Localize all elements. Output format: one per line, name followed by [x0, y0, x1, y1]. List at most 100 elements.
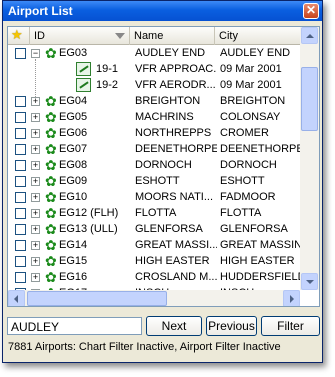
- chart-date: 09 Mar 2001: [220, 63, 282, 75]
- airport-city: CROMER: [220, 127, 269, 139]
- expand-toggle-icon[interactable]: +: [31, 209, 40, 218]
- chart-icon: [76, 62, 91, 76]
- airport-city: FADMOOR: [220, 191, 276, 203]
- airport-city: HIGH EASTER: [220, 255, 295, 267]
- header-city[interactable]: City: [215, 27, 300, 45]
- airport-city: AUDLEY END: [220, 47, 291, 59]
- expand-toggle-icon[interactable]: +: [31, 145, 40, 154]
- airport-row[interactable]: + ✿ EG04 BREIGHTON BREIGHTON: [8, 93, 300, 109]
- expand-toggle-icon[interactable]: +: [31, 273, 40, 282]
- expand-toggle-icon[interactable]: +: [31, 193, 40, 202]
- scroll-left-button[interactable]: [8, 290, 25, 306]
- row-checkbox[interactable]: [15, 96, 26, 107]
- airport-id: EG08: [59, 159, 88, 171]
- airport-name: FLOTTA: [135, 207, 177, 219]
- row-checkbox[interactable]: [15, 256, 26, 267]
- chart-row[interactable]: 19-2 VFR AERODR... 09 Mar 2001: [8, 77, 300, 93]
- expand-toggle-icon[interactable]: +: [31, 225, 40, 234]
- airport-row[interactable]: + ✿ EG15 HIGH EASTER HIGH EASTER: [8, 253, 300, 269]
- airport-id: EG07: [59, 143, 88, 155]
- chart-row[interactable]: 19-1 VFR APPROAC... 09 Mar 2001: [8, 61, 300, 77]
- row-checkbox[interactable]: [15, 48, 26, 59]
- vertical-scrollbar[interactable]: [300, 27, 319, 290]
- row-checkbox[interactable]: [15, 272, 26, 283]
- row-checkbox[interactable]: [15, 112, 26, 123]
- airport-city: DORNOCH: [220, 159, 277, 171]
- airport-id: EG03: [59, 47, 88, 59]
- horizontal-scroll-thumb[interactable]: [27, 291, 167, 306]
- airport-id: EG16: [59, 271, 88, 283]
- chart-id: 19-2: [96, 79, 119, 91]
- row-checkbox[interactable]: [15, 208, 26, 219]
- airport-row[interactable]: + ✿ EG16 CROSLAND M... HUDDERSFIELD: [8, 269, 300, 285]
- arrow-left-icon: [14, 295, 18, 303]
- expand-toggle-icon[interactable]: +: [31, 97, 40, 106]
- close-button[interactable]: ✕: [303, 3, 319, 19]
- header-name[interactable]: Name: [130, 27, 215, 45]
- expand-toggle-icon[interactable]: +: [31, 113, 40, 122]
- chart-name: VFR APPROAC...: [135, 63, 217, 75]
- expand-toggle-icon[interactable]: +: [31, 257, 40, 266]
- airport-id: EG04: [59, 95, 88, 107]
- filter-button[interactable]: Filter: [261, 316, 320, 336]
- airport-id: EG13 (ULL): [59, 223, 118, 235]
- search-input[interactable]: AUDLEY: [7, 317, 142, 335]
- airport-name: ESHOTT: [135, 175, 180, 187]
- window-title: Airport List: [8, 4, 73, 18]
- airport-row[interactable]: + ✿ EG05 MACHRINS COLONSAY: [8, 109, 300, 125]
- header-city-label: City: [219, 30, 238, 42]
- horizontal-scrollbar[interactable]: [8, 290, 300, 306]
- airport-row[interactable]: + ✿ EG07 DEENETHORPE DEENETHORPE: [8, 141, 300, 157]
- airport-id: EG05: [59, 111, 88, 123]
- row-checkbox[interactable]: [15, 160, 26, 171]
- airport-city: COLONSAY: [220, 111, 281, 123]
- airport-gear-icon: ✿: [45, 189, 57, 205]
- header-favorite[interactable]: ★: [8, 27, 30, 45]
- sort-descending-icon: [115, 33, 125, 39]
- vertical-scroll-thumb[interactable]: [301, 67, 318, 131]
- expand-toggle-icon[interactable]: −: [31, 49, 40, 58]
- row-checkbox[interactable]: [15, 176, 26, 187]
- airport-row[interactable]: − ✿ EG03 AUDLEY END AUDLEY END: [8, 45, 300, 61]
- next-button[interactable]: Next: [146, 316, 202, 336]
- airport-gear-icon: ✿: [45, 93, 57, 109]
- header-id[interactable]: ID: [30, 27, 130, 45]
- airport-city: GREAT MASSING: [220, 239, 300, 251]
- row-checkbox[interactable]: [15, 192, 26, 203]
- airport-gear-icon: ✿: [45, 157, 57, 173]
- airport-city: DEENETHORPE: [220, 143, 300, 155]
- row-checkbox[interactable]: [15, 144, 26, 155]
- header-name-label: Name: [134, 30, 164, 42]
- expand-toggle-icon[interactable]: +: [31, 241, 40, 250]
- airport-row[interactable]: + ✿EG14 GREAT MASSI...GREAT MASSING: [8, 237, 300, 253]
- scroll-right-button[interactable]: [283, 290, 300, 306]
- row-checkbox[interactable]: [15, 128, 26, 139]
- airport-row[interactable]: + ✿ EG10 MOORS NATI... FADMOOR: [8, 189, 300, 205]
- airport-gear-icon: ✿: [45, 253, 57, 269]
- airport-name: DEENETHORPE: [135, 143, 217, 155]
- row-checkbox[interactable]: [15, 224, 26, 235]
- airport-row[interactable]: + ✿ EG12 (FLH) FLOTTA FLOTTA: [8, 205, 300, 221]
- airport-city: ESHOTT: [220, 175, 265, 187]
- expand-toggle-icon[interactable]: +: [31, 177, 40, 186]
- airport-name: CROSLAND M...: [135, 271, 217, 283]
- airport-id: EG06: [59, 127, 88, 139]
- airport-row[interactable]: + ✿ EG06 NORTHREPPS CROMER: [8, 125, 300, 141]
- airport-city: HUDDERSFIELD: [220, 271, 300, 283]
- airport-gear-icon: ✿: [45, 269, 57, 285]
- scroll-up-button[interactable]: [301, 27, 318, 44]
- airport-row[interactable]: + ✿ EG13 (ULL) GLENFORSA GLENFORSA: [8, 221, 300, 237]
- previous-button[interactable]: Previous: [206, 316, 257, 336]
- scroll-down-button[interactable]: [301, 273, 318, 290]
- expand-toggle-icon[interactable]: +: [31, 129, 40, 138]
- airport-row[interactable]: + ✿ EG08 DORNOCH DORNOCH: [8, 157, 300, 173]
- title-bar[interactable]: Airport List ✕: [3, 1, 322, 21]
- row-checkbox[interactable]: [15, 240, 26, 251]
- status-bar-text: 7881 Airports: Chart Filter Inactive, Ai…: [8, 341, 281, 353]
- airport-row[interactable]: + ✿ EG09 ESHOTT ESHOTT: [8, 173, 300, 189]
- airport-grid: ★ ID Name City − ✿ EG03 AUDLEY END AUDLEY EN…: [7, 26, 320, 307]
- expand-toggle-icon[interactable]: +: [31, 161, 40, 170]
- airport-city: GLENFORSA: [220, 223, 288, 235]
- airport-gear-icon: ✿: [45, 141, 57, 157]
- chart-date: 09 Mar 2001: [220, 79, 282, 91]
